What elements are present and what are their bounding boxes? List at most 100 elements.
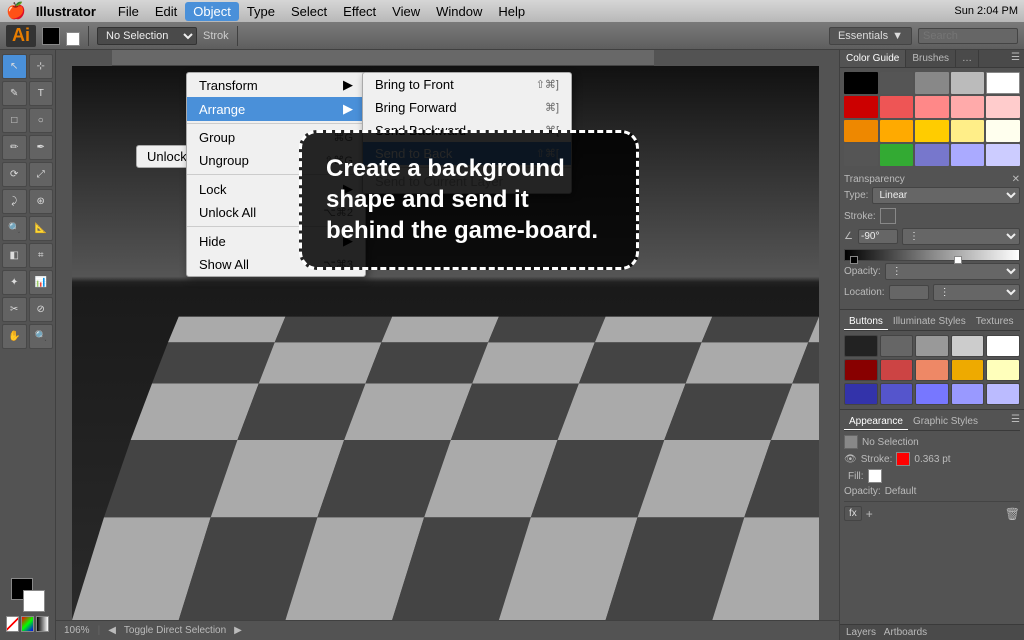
menu-bring-forward[interactable]: Bring Forward ⌘] bbox=[363, 96, 571, 119]
appearance-fill-row[interactable]: Fill: bbox=[844, 469, 1020, 483]
btn-swatch-4[interactable] bbox=[951, 335, 985, 357]
btn-swatch-9[interactable] bbox=[951, 359, 985, 381]
tool-direct-select[interactable]: ⊹ bbox=[29, 54, 54, 79]
tab-more[interactable]: … bbox=[956, 50, 979, 67]
tab-graphic-styles[interactable]: Graphic Styles bbox=[908, 414, 983, 430]
color-swatch[interactable] bbox=[21, 616, 34, 632]
angle-input[interactable] bbox=[858, 229, 898, 244]
tool-column[interactable]: 📊 bbox=[29, 270, 54, 295]
nav-prev[interactable]: ◀ bbox=[108, 625, 116, 636]
tool-gradient[interactable]: ◧ bbox=[2, 243, 27, 268]
nav-next[interactable]: ▶ bbox=[234, 625, 242, 636]
tab-brushes[interactable]: Brushes bbox=[906, 50, 956, 67]
swatch-11[interactable] bbox=[844, 120, 878, 142]
tab-appearance[interactable]: Appearance bbox=[844, 414, 908, 430]
menu-item-file[interactable]: File bbox=[110, 2, 147, 21]
stroke-swatch[interactable] bbox=[23, 590, 45, 612]
menu-item-type[interactable]: Type bbox=[239, 2, 283, 21]
appearance-stroke-row[interactable]: 👁 Stroke: 0.363 pt bbox=[844, 452, 1020, 466]
swatch-17[interactable] bbox=[880, 144, 914, 166]
tool-mesh[interactable]: ⌗ bbox=[29, 243, 54, 268]
menu-item-help[interactable]: Help bbox=[490, 2, 533, 21]
swatch-5[interactable] bbox=[986, 72, 1020, 94]
panel-options[interactable]: ☰ bbox=[1007, 50, 1024, 67]
location-input[interactable]: 26.98% bbox=[889, 285, 929, 300]
swatch-9[interactable] bbox=[951, 96, 985, 118]
tool-select[interactable]: ↖ bbox=[2, 54, 27, 79]
tool-blend[interactable]: ⊛ bbox=[29, 189, 54, 214]
tool-measure[interactable]: 📐 bbox=[29, 216, 54, 241]
btn-swatch-7[interactable] bbox=[880, 359, 914, 381]
add-effect-button[interactable]: + bbox=[866, 507, 873, 521]
gradient-swatch[interactable] bbox=[36, 616, 49, 632]
gradient-handle-right[interactable] bbox=[954, 256, 962, 264]
swatch-4[interactable] bbox=[951, 72, 985, 94]
tool-symbol[interactable]: ✦ bbox=[2, 270, 27, 295]
swatch-14[interactable] bbox=[951, 120, 985, 142]
tool-eyedropper[interactable]: 🔍 bbox=[2, 216, 27, 241]
apple-menu[interactable]: 🍎 bbox=[6, 1, 26, 21]
tool-brush[interactable]: ✏ bbox=[2, 135, 27, 160]
swatch-10[interactable] bbox=[986, 96, 1020, 118]
menu-item-object[interactable]: Object bbox=[185, 2, 239, 21]
menu-arrange[interactable]: Arrange ▶ bbox=[187, 97, 365, 121]
menu-item-window[interactable]: Window bbox=[428, 2, 490, 21]
angle-select[interactable]: ⋮ bbox=[902, 228, 1020, 245]
menu-item-edit[interactable]: Edit bbox=[147, 2, 185, 21]
tool-rotate[interactable]: ⟳ bbox=[2, 162, 27, 187]
tool-ellipse[interactable]: ○ bbox=[29, 108, 54, 133]
btn-swatch-2[interactable] bbox=[880, 335, 914, 357]
swatch-20[interactable] bbox=[986, 144, 1020, 166]
tab-textures[interactable]: Textures bbox=[971, 314, 1019, 330]
tool-pencil[interactable]: ✒ bbox=[29, 135, 54, 160]
search-input[interactable] bbox=[918, 28, 1018, 44]
btn-swatch-1[interactable] bbox=[844, 335, 878, 357]
appearance-options[interactable]: ☰ bbox=[1011, 414, 1020, 430]
opacity-select[interactable]: ⋮ bbox=[885, 263, 1020, 280]
tab-color-guide[interactable]: Color Guide bbox=[840, 50, 906, 67]
tool-slice[interactable]: ✂ bbox=[2, 297, 27, 322]
location-select[interactable]: ⋮ bbox=[933, 284, 1020, 301]
menu-item-effect[interactable]: Effect bbox=[335, 2, 384, 21]
tool-scale[interactable]: ⤢ bbox=[29, 162, 54, 187]
swatch-15[interactable] bbox=[986, 120, 1020, 142]
tool-pen[interactable]: ✎ bbox=[2, 81, 27, 106]
menu-item-select[interactable]: Select bbox=[283, 2, 335, 21]
swatch-16[interactable] bbox=[844, 144, 878, 166]
btn-swatch-15[interactable] bbox=[986, 383, 1020, 405]
fill-color-swatch[interactable] bbox=[868, 469, 882, 483]
tab-illuminate[interactable]: Illuminate Styles bbox=[888, 314, 971, 330]
btn-swatch-8[interactable] bbox=[915, 359, 949, 381]
btn-swatch-10[interactable] bbox=[986, 359, 1020, 381]
btn-swatch-14[interactable] bbox=[951, 383, 985, 405]
swatch-2[interactable] bbox=[880, 72, 914, 94]
tool-hand[interactable]: ✋ bbox=[2, 324, 27, 349]
swatch-6[interactable] bbox=[844, 96, 878, 118]
menu-item-view[interactable]: View bbox=[384, 2, 428, 21]
tool-zoom[interactable]: 🔍 bbox=[29, 324, 54, 349]
swatch-8[interactable] bbox=[915, 96, 949, 118]
essentials-button[interactable]: Essentials ▼ bbox=[829, 27, 912, 45]
selection-dropdown[interactable]: No Selection bbox=[97, 27, 197, 45]
tool-type[interactable]: T bbox=[29, 81, 54, 106]
fx-button[interactable]: fx bbox=[844, 506, 862, 521]
stroke-swatch-gradient[interactable] bbox=[880, 208, 896, 224]
stroke-color-swatch[interactable] bbox=[896, 452, 910, 466]
tool-eraser[interactable]: ⊘ bbox=[29, 297, 54, 322]
btn-swatch-11[interactable] bbox=[844, 383, 878, 405]
swatch-13[interactable] bbox=[915, 120, 949, 142]
none-swatch[interactable] bbox=[6, 616, 19, 632]
btn-swatch-13[interactable] bbox=[915, 383, 949, 405]
swatch-7[interactable] bbox=[880, 96, 914, 118]
btn-swatch-3[interactable] bbox=[915, 335, 949, 357]
btn-swatch-5[interactable] bbox=[986, 335, 1020, 357]
gradient-handle-left[interactable] bbox=[850, 256, 858, 264]
gradient-type-select[interactable]: Linear bbox=[872, 187, 1020, 204]
tool-rect[interactable]: □ bbox=[2, 108, 27, 133]
gradient-bar[interactable] bbox=[844, 249, 1020, 261]
swatch-12[interactable] bbox=[880, 120, 914, 142]
swatch-3[interactable] bbox=[915, 72, 949, 94]
swatch-1[interactable] bbox=[844, 72, 878, 94]
menu-transform[interactable]: Transform ▶ bbox=[187, 73, 365, 97]
eye-icon[interactable]: 👁 bbox=[844, 454, 857, 465]
